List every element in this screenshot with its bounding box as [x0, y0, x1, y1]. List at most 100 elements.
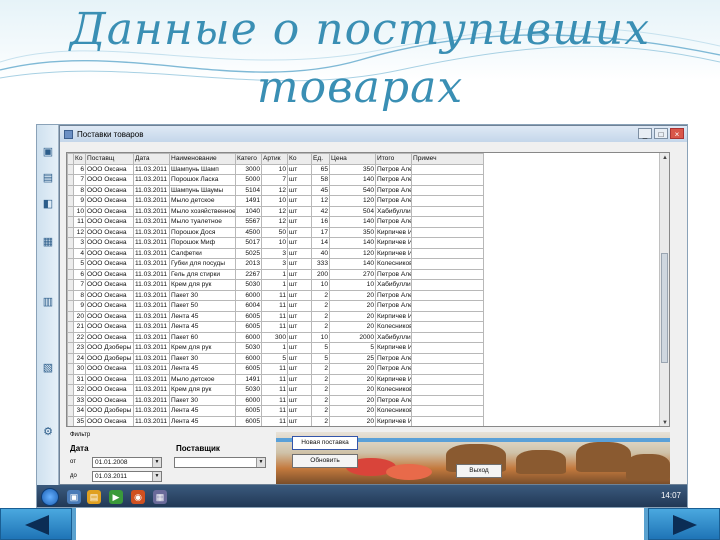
table-cell[interactable]: Мыло хозяйственное [169, 205, 236, 217]
table-cell[interactable]: Кирпичев Иван [375, 415, 412, 426]
gadget-icon[interactable]: ◧ [41, 197, 55, 211]
table-cell[interactable]: шт [287, 247, 312, 259]
table-cell[interactable]: Пакет 30 [169, 289, 236, 301]
table-cell[interactable]: 7 [261, 174, 288, 186]
table-row[interactable]: 21 ООО Оксана 11.03.2011 Лента 45 6005 11 шт 2 2… [67, 321, 484, 333]
table-cell[interactable]: 2 [311, 415, 330, 426]
table-cell[interactable]: 11 [261, 321, 288, 333]
column-header[interactable]: Поставщ [85, 153, 134, 165]
table-row[interactable]: 9 ООО Оксана 11.03.2011 Пакет 50 6004 11 шт 2 20… [67, 300, 484, 312]
table-cell[interactable]: 17 [311, 226, 330, 238]
table-cell[interactable]: ООО Оксана [85, 415, 134, 426]
table-cell[interactable]: ООО Оксана [85, 258, 134, 270]
table-cell[interactable] [411, 300, 484, 312]
table-cell[interactable]: 140 [329, 237, 376, 249]
table-cell[interactable]: 6000 [235, 289, 262, 301]
table-cell[interactable]: 11.03.2011 [133, 405, 170, 417]
table-cell[interactable]: 5030 [235, 342, 262, 354]
table-cell[interactable]: шт [287, 289, 312, 301]
refresh-button[interactable]: Обновить [292, 454, 358, 468]
folder-icon[interactable]: ▣ [41, 145, 55, 159]
table-cell[interactable]: Крем для рук [169, 384, 236, 396]
table-cell[interactable]: 35 [73, 415, 86, 426]
column-header[interactable]: Ед. [311, 153, 330, 165]
table-cell[interactable]: Мыло детское [169, 373, 236, 385]
folder-icon[interactable]: ▤ [87, 490, 101, 504]
browser-icon[interactable]: ◉ [131, 490, 145, 504]
start-button[interactable] [41, 488, 59, 506]
table-cell[interactable]: 12 [311, 195, 330, 207]
table-cell[interactable] [411, 174, 484, 186]
table-cell[interactable] [411, 279, 484, 291]
table-cell[interactable]: Шампунь Шамп [169, 163, 236, 175]
table-cell[interactable]: 3 [261, 258, 288, 270]
table-cell[interactable]: ООО Оксана [85, 289, 134, 301]
table-cell[interactable]: ООО Дзоберы [85, 342, 134, 354]
table-cell[interactable] [411, 258, 484, 270]
media-icon[interactable]: ▶ [109, 490, 123, 504]
table-cell[interactable]: шт [287, 321, 312, 333]
table-cell[interactable]: 11 [261, 300, 288, 312]
chevron-down-icon[interactable]: ▼ [152, 458, 161, 467]
table-cell[interactable]: 6005 [235, 405, 262, 417]
deliveries-grid[interactable]: Ко Поставщ Дата Наименование Катего Артик Ко Ед… [66, 152, 670, 427]
table-cell[interactable]: 65 [311, 163, 330, 175]
table-cell[interactable]: 6000 [235, 352, 262, 364]
table-cell[interactable]: Петров Алексан [375, 216, 412, 228]
table-cell[interactable]: шт [287, 226, 312, 238]
table-cell[interactable]: 140 [329, 258, 376, 270]
table-cell[interactable]: 20 [329, 373, 376, 385]
table-cell[interactable]: 8 [73, 289, 86, 301]
table-cell[interactable]: 11.03.2011 [133, 226, 170, 238]
table-cell[interactable]: шт [287, 163, 312, 175]
chart-icon[interactable]: ▧ [41, 361, 55, 375]
table-cell[interactable]: 2 [311, 373, 330, 385]
table-cell[interactable]: Лента 45 [169, 310, 236, 322]
app-icon[interactable]: ▦ [153, 490, 167, 504]
table-cell[interactable]: 5 [329, 342, 376, 354]
table-cell[interactable]: ООО Оксана [85, 321, 134, 333]
table-cell[interactable]: 5030 [235, 384, 262, 396]
table-cell[interactable]: 11 [73, 216, 86, 228]
table-cell[interactable]: шт [287, 310, 312, 322]
table-cell[interactable]: 3 [261, 247, 288, 259]
chevron-down-icon[interactable]: ▼ [256, 458, 265, 467]
table-cell[interactable]: шт [287, 373, 312, 385]
table-cell[interactable]: Крем для рук [169, 342, 236, 354]
table-cell[interactable]: 11.03.2011 [133, 321, 170, 333]
column-header[interactable]: Артик [261, 153, 288, 165]
next-slide-button[interactable] [648, 508, 720, 540]
table-cell[interactable]: шт [287, 184, 312, 196]
table-row[interactable]: 10 ООО Оксана 11.03.2011 Мыло хозяйственное… [67, 205, 484, 217]
table-cell[interactable]: ООО Оксана [85, 237, 134, 249]
table-cell[interactable]: 25 [329, 352, 376, 364]
table-cell[interactable] [411, 363, 484, 375]
table-cell[interactable]: шт [287, 405, 312, 417]
document-icon[interactable]: ▤ [41, 171, 55, 185]
table-cell[interactable]: 11.03.2011 [133, 247, 170, 259]
table-cell[interactable]: 20 [329, 310, 376, 322]
table-cell[interactable] [411, 226, 484, 238]
table-cell[interactable]: 11.03.2011 [133, 258, 170, 270]
table-cell[interactable]: 12 [261, 216, 288, 228]
column-header[interactable]: Наименование [169, 153, 236, 165]
table-cell[interactable] [411, 205, 484, 217]
table-cell[interactable]: Пакет 30 [169, 394, 236, 406]
table-cell[interactable]: шт [287, 174, 312, 186]
table-cell[interactable]: 1491 [235, 373, 262, 385]
table-cell[interactable]: 11.03.2011 [133, 174, 170, 186]
table-cell[interactable]: Хабибуллина А [375, 205, 412, 217]
table-cell[interactable]: 7 [73, 174, 86, 186]
table-cell[interactable]: Петров Алексан [375, 352, 412, 364]
table-cell[interactable]: 11.03.2011 [133, 300, 170, 312]
table-cell[interactable]: 140 [329, 216, 376, 228]
table-cell[interactable]: 2 [311, 394, 330, 406]
table-cell[interactable]: 5567 [235, 216, 262, 228]
table-cell[interactable]: 10 [261, 237, 288, 249]
table-cell[interactable]: 21 [73, 321, 86, 333]
table-cell[interactable]: 30 [73, 363, 86, 375]
table-cell[interactable]: ООО Оксана [85, 394, 134, 406]
table-cell[interactable]: 120 [329, 247, 376, 259]
table-cell[interactable]: ООО Дзоберы [85, 352, 134, 364]
table-cell[interactable]: шт [287, 258, 312, 270]
